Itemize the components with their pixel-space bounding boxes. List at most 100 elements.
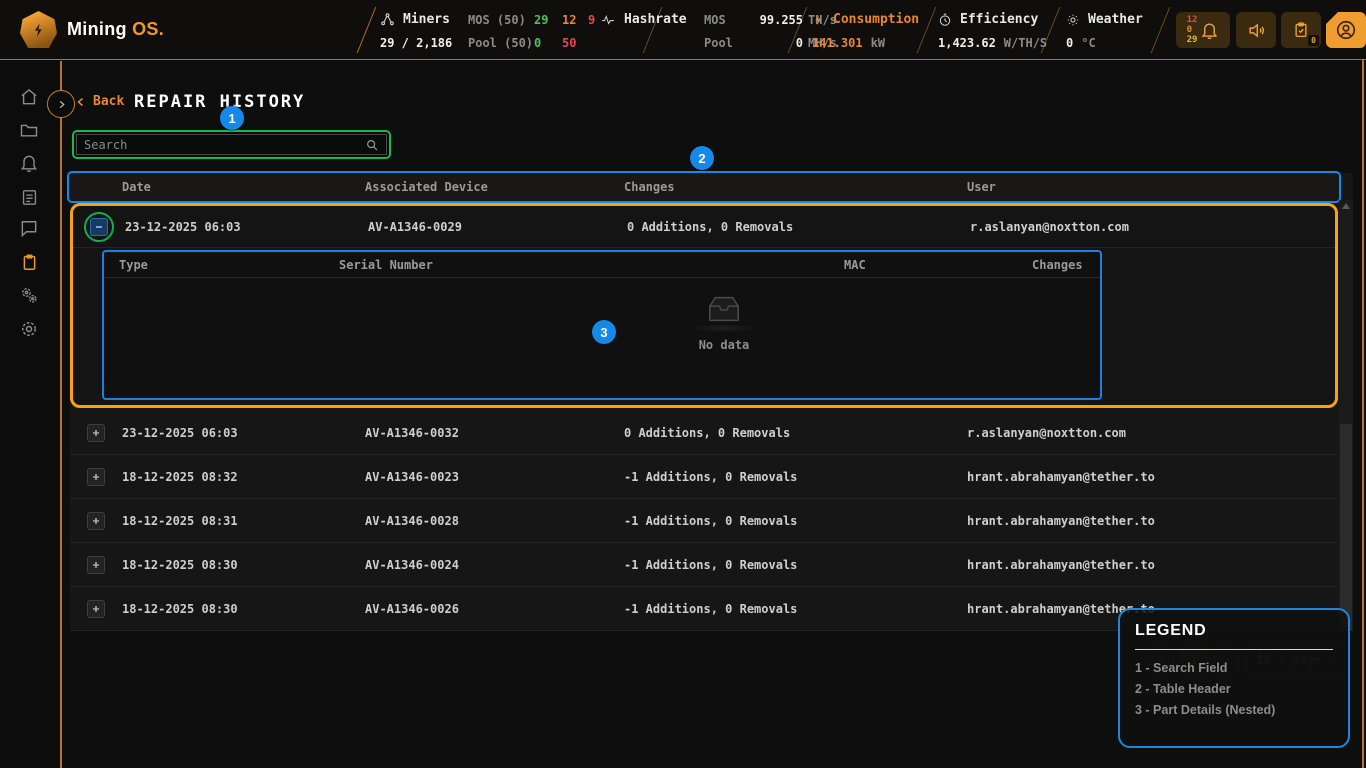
row-date: 18-12-2025 08:31 xyxy=(122,514,365,528)
column-header-user: User xyxy=(967,180,1338,194)
consumption-stat: Consumption 141.301kW xyxy=(812,8,919,54)
row-changes: -1 Additions, 0 Removals xyxy=(624,514,967,528)
row-device: AV-A1346-0028 xyxy=(365,514,624,528)
sidebar-item-integrations[interactable] xyxy=(17,283,41,307)
search-field-annotation: Search xyxy=(72,130,391,159)
top-header: Mining OS. Miners MOS (50) 29 12 9 29 / … xyxy=(0,0,1366,60)
header-divider xyxy=(1151,7,1171,53)
efficiency-value: 1,423.62 xyxy=(938,36,996,50)
notification-badges: 12 0 29 xyxy=(1187,15,1198,45)
no-data-placeholder: No data xyxy=(659,290,789,352)
header-divider xyxy=(357,7,377,53)
expand-row-button[interactable] xyxy=(87,512,105,530)
table-row[interactable]: 18-12-2025 08:32 AV-A1346-0023 -1 Additi… xyxy=(70,455,1338,499)
pool-error-count: 50 xyxy=(562,36,595,50)
row-user: hrant.abrahamyan@tether.to xyxy=(967,470,1338,484)
efficiency-icon xyxy=(938,13,952,27)
column-header-date: Date xyxy=(122,180,365,194)
expand-row-button[interactable] xyxy=(87,600,105,618)
row-changes: -1 Additions, 0 Removals xyxy=(624,470,967,484)
weather-icon xyxy=(1066,13,1080,27)
table-scrollbar[interactable] xyxy=(1339,200,1353,631)
row-changes: -1 Additions, 0 Removals xyxy=(624,602,967,616)
scroll-up-arrow-icon[interactable] xyxy=(1342,203,1350,209)
sidebar-expand-button[interactable] xyxy=(47,90,75,118)
search-placeholder: Search xyxy=(84,138,359,152)
row-date: 18-12-2025 08:30 xyxy=(122,558,365,572)
sidebar-item-projects[interactable] xyxy=(17,118,41,142)
repair-history-page: Back REPAIR HISTORY Search Date Associat… xyxy=(60,61,1366,768)
brand-name: Mining OS. xyxy=(67,19,164,40)
chevron-left-icon xyxy=(75,96,87,108)
consumption-value: 141.301 xyxy=(812,36,863,50)
nested-table-header: Type Serial Number MAC Changes xyxy=(104,252,1100,278)
miners-ratio: 29 / 2,186 xyxy=(380,36,468,50)
sidebar-item-messages[interactable] xyxy=(17,216,41,240)
content-right-border xyxy=(1362,8,1364,768)
app-logo[interactable]: Mining OS. xyxy=(20,11,164,48)
consumption-icon xyxy=(812,13,825,27)
expand-row-button[interactable] xyxy=(87,468,105,486)
notifications-button[interactable]: 12 0 29 xyxy=(1176,12,1230,48)
hashrate-stat: Hashrate MOS 99.255 TH/s Pool 0 MH/s xyxy=(600,8,837,54)
column-header-changes: Changes xyxy=(624,180,967,194)
weather-value: 0 xyxy=(1066,36,1073,50)
search-icon[interactable] xyxy=(365,138,379,152)
nested-column-mac: MAC xyxy=(844,258,1032,272)
expand-row-button[interactable] xyxy=(87,556,105,574)
sidebar-item-repairs[interactable] xyxy=(17,250,41,274)
efficiency-stat: Efficiency 1,423.62W/TH/S xyxy=(938,8,1047,54)
table-row[interactable]: 18-12-2025 08:30 AV-A1346-0024 -1 Additi… xyxy=(70,543,1338,587)
table-row[interactable]: 18-12-2025 08:31 AV-A1346-0028 -1 Additi… xyxy=(70,499,1338,543)
table-row-expanded[interactable]: 23-12-2025 06:03 AV-A1346-0029 0 Additio… xyxy=(73,206,1335,248)
nested-column-changes: Changes xyxy=(1032,258,1100,272)
empty-box-icon xyxy=(701,290,747,328)
miners-icon xyxy=(380,12,395,27)
legend-panel: LEGEND 1 - Search Field 2 - Table Header… xyxy=(1118,608,1350,748)
hashrate-pool-value: 0 xyxy=(746,36,808,50)
row-device: AV-A1346-0032 xyxy=(365,426,624,440)
user-icon xyxy=(1335,19,1357,41)
row-device: AV-A1346-0024 xyxy=(365,558,624,572)
sound-button[interactable] xyxy=(1236,12,1276,48)
sidebar-item-reports[interactable] xyxy=(17,185,41,209)
collapse-row-button[interactable] xyxy=(90,218,108,236)
weather-stat: Weather 0°C xyxy=(1066,8,1143,54)
row-user: r.aslanyan@noxtton.com xyxy=(970,220,1335,234)
row-device: AV-A1346-0026 xyxy=(365,602,624,616)
legend-title: LEGEND xyxy=(1135,622,1333,640)
miners-error-count: 9 xyxy=(588,13,595,27)
row-changes: 0 Additions, 0 Removals xyxy=(624,426,967,440)
miners-ok-count: 29 xyxy=(534,13,562,27)
scrollbar-thumb[interactable] xyxy=(1340,424,1352,631)
row-date: 23-12-2025 06:03 xyxy=(125,220,368,234)
legend-item: 2 - Table Header xyxy=(1135,682,1333,696)
sidebar-item-home[interactable] xyxy=(17,85,41,109)
speaker-icon xyxy=(1247,21,1266,40)
expanded-row-block: 23-12-2025 06:03 AV-A1346-0029 0 Additio… xyxy=(70,203,1338,408)
row-user: r.aslanyan@noxtton.com xyxy=(967,426,1338,440)
row-date: 23-12-2025 06:03 xyxy=(122,426,365,440)
row-user: hrant.abrahamyan@tether.to xyxy=(967,514,1338,528)
expand-row-button[interactable] xyxy=(87,424,105,442)
logo-mark xyxy=(20,11,57,48)
miners-warn-count: 12 xyxy=(562,13,588,27)
sidebar-item-alerts[interactable] xyxy=(17,151,41,175)
table-row[interactable]: 23-12-2025 06:03 AV-A1346-0032 0 Additio… xyxy=(70,411,1338,455)
hashrate-mos-value: 99.255 xyxy=(746,13,808,27)
page-title: REPAIR HISTORY xyxy=(134,92,305,112)
search-input[interactable]: Search xyxy=(76,134,387,155)
header-divider xyxy=(917,7,937,53)
sidebar xyxy=(0,61,60,768)
tasks-button[interactable]: 0 xyxy=(1281,12,1321,48)
back-button[interactable]: Back xyxy=(75,94,124,109)
sidebar-item-settings[interactable] xyxy=(17,317,41,341)
user-account-button[interactable] xyxy=(1326,12,1366,48)
chevron-right-icon xyxy=(56,99,67,110)
part-details-table: Type Serial Number MAC Changes No data 3 xyxy=(102,250,1102,400)
row-date: 18-12-2025 08:30 xyxy=(122,602,365,616)
annotation-badge-1: 1 xyxy=(220,106,244,130)
column-header-device: Associated Device xyxy=(365,180,624,194)
annotation-badge-2: 2 xyxy=(690,146,714,170)
legend-item: 1 - Search Field xyxy=(1135,661,1333,675)
